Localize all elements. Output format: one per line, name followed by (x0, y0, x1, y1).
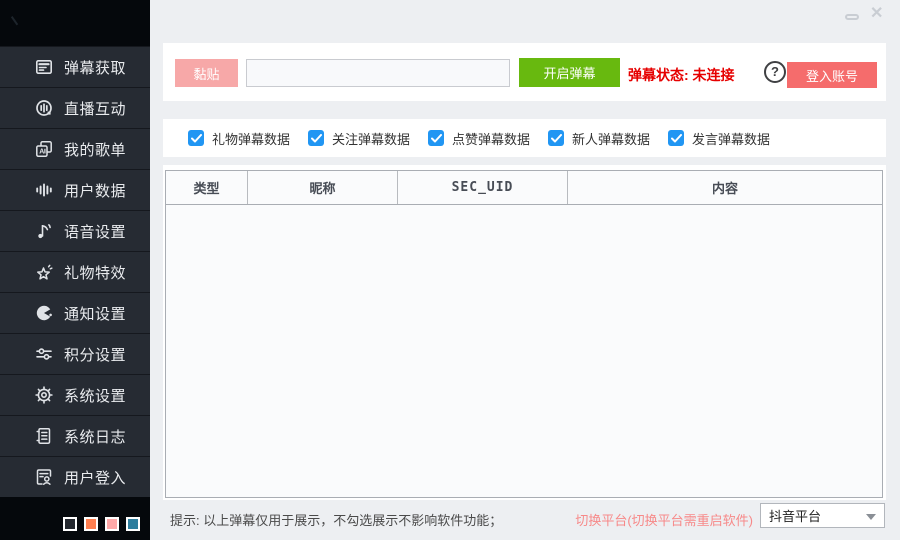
points-icon (34, 344, 54, 364)
switch-platform-label: 切换平台(切换平台需重启软件) (575, 510, 753, 529)
help-icon[interactable]: ? (764, 61, 786, 83)
table-header-row: 类型 昵称 SEC_UID 内容 (166, 171, 882, 205)
sidebar-item-label: 弹幕获取 (64, 57, 126, 78)
start-danmaku-button[interactable]: 开启弹幕 (519, 58, 620, 87)
connection-panel: 黏贴 开启弹幕 弹幕状态: 未连接 ? 登入账号 (163, 43, 886, 101)
sidebar-item-system-settings[interactable]: 系统设置 (0, 375, 150, 416)
filter-label: 新人弹幕数据 (572, 129, 650, 148)
sidebar-footer (0, 497, 150, 540)
sidebar-item-label: 我的歌单 (64, 139, 126, 160)
theme-swatch-dark[interactable] (63, 517, 77, 531)
filter-gift-danmaku[interactable]: 礼物弹幕数据 (188, 129, 308, 148)
minimize-icon[interactable] (845, 14, 859, 20)
sidebar-item-label: 积分设置 (64, 344, 126, 365)
filter-like-danmaku[interactable]: 点赞弹幕数据 (428, 129, 548, 148)
filter-follow-danmaku[interactable]: 关注弹幕数据 (308, 129, 428, 148)
filter-label: 点赞弹幕数据 (452, 129, 530, 148)
user-data-icon (34, 180, 54, 200)
danmaku-table: 类型 昵称 SEC_UID 内容 (165, 170, 883, 498)
sidebar-item-label: 用户数据 (64, 180, 126, 201)
filter-chat-danmaku[interactable]: 发言弹幕数据 (668, 129, 788, 148)
checkbox-checked-icon (188, 130, 204, 146)
sidebar-nav: 弹幕获取 直播互动 (0, 46, 150, 498)
system-settings-icon (34, 385, 54, 405)
sidebar-item-label: 用户登入 (64, 467, 126, 488)
sidebar-item-user-data[interactable]: 用户数据 (0, 170, 150, 211)
danmaku-icon (34, 57, 54, 77)
table-body-empty (166, 205, 882, 498)
column-header-sec-uid: SEC_UID (398, 171, 568, 204)
filter-label: 关注弹幕数据 (332, 129, 410, 148)
sidebar-item-my-playlist[interactable]: A 我的歌单 (0, 129, 150, 170)
login-account-button[interactable]: 登入账号 (787, 62, 877, 88)
theme-swatches (63, 517, 140, 531)
sidebar: 弹幕获取 直播互动 (0, 0, 150, 540)
danmaku-filter-panel: 礼物弹幕数据 关注弹幕数据 点赞弹幕数据 新人弹幕数据 发言弹幕数据 (163, 119, 886, 157)
sidebar-item-label: 通知设置 (64, 303, 126, 324)
footer-hint-text: 提示: 以上弹幕仅用于展示，不勾选展示不影响软件功能； (170, 510, 502, 529)
sidebar-item-label: 系统日志 (64, 426, 126, 447)
theme-swatch-orange[interactable] (84, 517, 98, 531)
theme-swatch-teal[interactable] (126, 517, 140, 531)
theme-swatch-pink[interactable] (105, 517, 119, 531)
sidebar-header (0, 0, 150, 46)
paste-button[interactable]: 黏贴 (175, 59, 238, 87)
gift-effects-icon (34, 262, 54, 282)
platform-selected-value: 抖音平台 (769, 506, 821, 525)
user-login-icon (34, 467, 54, 487)
column-header-nickname: 昵称 (248, 171, 398, 204)
column-header-type: 类型 (166, 171, 248, 204)
sidebar-item-label: 直播互动 (64, 98, 126, 119)
checkbox-checked-icon (428, 130, 444, 146)
column-header-content: 内容 (568, 171, 882, 204)
sidebar-item-gift-effects[interactable]: 礼物特效 (0, 252, 150, 293)
platform-select[interactable]: 抖音平台 (760, 503, 885, 528)
playlist-icon: A (34, 139, 54, 159)
sidebar-item-live-interact[interactable]: 直播互动 (0, 88, 150, 129)
checkbox-checked-icon (548, 130, 564, 146)
filter-newcomer-danmaku[interactable]: 新人弹幕数据 (548, 129, 668, 148)
filter-label: 礼物弹幕数据 (212, 129, 290, 148)
sidebar-item-danmaku-fetch[interactable]: 弹幕获取 (0, 47, 150, 88)
checkbox-checked-icon (668, 130, 684, 146)
danmaku-table-panel: 类型 昵称 SEC_UID 内容 (163, 165, 886, 500)
checkbox-checked-icon (308, 130, 324, 146)
logo-mark (11, 13, 23, 26)
system-log-icon (34, 426, 54, 446)
chevron-down-icon (866, 514, 876, 520)
sidebar-item-points-settings[interactable]: 积分设置 (0, 334, 150, 375)
close-icon[interactable]: ✕ (870, 5, 883, 23)
notification-icon (34, 303, 54, 323)
sidebar-item-notification-settings[interactable]: 通知设置 (0, 293, 150, 334)
sidebar-item-label: 语音设置 (64, 221, 126, 242)
sidebar-item-user-login[interactable]: 用户登入 (0, 457, 150, 498)
voice-settings-icon (34, 221, 54, 241)
sidebar-item-system-log[interactable]: 系统日志 (0, 416, 150, 457)
live-interact-icon (34, 98, 54, 118)
svg-text:A: A (39, 149, 44, 156)
sidebar-item-voice-settings[interactable]: 语音设置 (0, 211, 150, 252)
app-window: 弹幕获取 直播互动 (0, 0, 900, 540)
sidebar-item-label: 礼物特效 (64, 262, 126, 283)
danmaku-status-text: 弹幕状态: 未连接 (628, 65, 735, 85)
filter-label: 发言弹幕数据 (692, 129, 770, 148)
sidebar-item-label: 系统设置 (64, 385, 126, 406)
room-url-input[interactable] (246, 59, 510, 87)
